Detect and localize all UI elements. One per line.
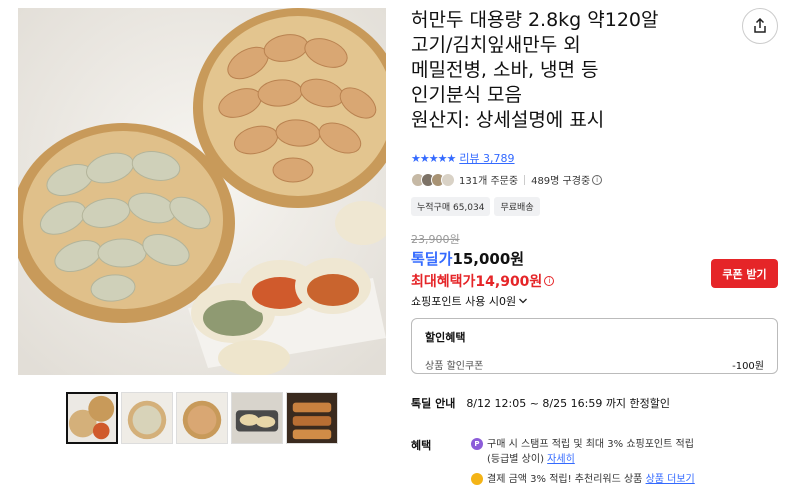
cumulative-purchase-badge: 누적구매 65,034	[411, 197, 491, 216]
thumbnail-5-image	[287, 393, 337, 443]
thumbnail-3[interactable]	[176, 392, 228, 444]
divider	[524, 174, 526, 185]
benefit-note: (등급별 상이)	[487, 454, 544, 465]
discount-title: 할인혜택	[425, 331, 466, 344]
reward-text: 결제 금액 3% 적립! 추천리워드 상품 상품 더보기	[487, 472, 695, 487]
free-shipping-badge: 무료배송	[494, 197, 540, 216]
chevron-down-icon	[519, 298, 528, 304]
rating-row: ★★★★★ 리뷰 3,789	[411, 150, 515, 166]
thumbnail-2-image	[122, 393, 172, 443]
benefit-subtext: (등급별 상이) 자세히	[487, 452, 694, 467]
reward-note: 결제 금액 3% 적립! 추천리워드 상품	[487, 474, 643, 485]
benefit-list: P 구매 시 스탬프 적립 및 최대 3% 쇼핑포인트 적립 (등급별 상이) …	[471, 437, 695, 487]
viewer-count: 489명 구경중	[531, 176, 591, 187]
avatar	[441, 172, 455, 187]
thumbnail-2[interactable]	[121, 392, 173, 444]
info-icon[interactable]: i	[592, 174, 603, 185]
benefit-item: 결제 금액 3% 적립! 추천리워드 상품 상품 더보기	[471, 472, 695, 487]
benefit-row: 혜택 P 구매 시 스탬프 적립 및 최대 3% 쇼핑포인트 적립 (등급별 상…	[411, 437, 695, 487]
more-products-link[interactable]: 상품 더보기	[646, 474, 695, 485]
share-button[interactable]	[742, 8, 778, 44]
point-badge-icon: P	[471, 438, 483, 450]
title-line: 메밀전병, 소바, 냉면 등	[411, 59, 599, 81]
thumbnail-1[interactable]	[66, 392, 118, 444]
benefit-label: 혜택	[411, 439, 432, 452]
original-price: 23,900원	[411, 233, 460, 246]
deal-period-label: 톡딜 안내	[411, 397, 456, 410]
order-count: 131개 주문중	[459, 176, 519, 187]
max-benefit-price: 최대혜택가14,900원 i	[411, 271, 555, 291]
star-rating-icon: ★★★★★	[411, 151, 456, 165]
badge-chips: 누적구매 65,034 무료배송	[411, 197, 540, 216]
share-icon	[754, 18, 766, 33]
coupon-button[interactable]: 쿠폰 받기	[711, 259, 778, 288]
product-main-image[interactable]	[18, 8, 386, 375]
deal-label: 톡딜가	[411, 250, 453, 268]
title-line: 고기/김치잎새만두 외	[411, 34, 581, 56]
thumbnail-strip	[66, 392, 338, 444]
thumbnail-4[interactable]	[231, 392, 283, 444]
deal-period-text: 8/12 12:05 ~ 8/25 16:59 까지 한정할인	[466, 397, 671, 410]
title-line: 인기분식 모음	[411, 84, 522, 106]
title-line: 허만두 대용량 2.8kg 약120알	[411, 9, 659, 31]
benefit-item: P 구매 시 스탬프 적립 및 최대 3% 쇼핑포인트 적립 (등급별 상이) …	[471, 437, 695, 467]
discount-line: 상품 할인쿠폰 -100원	[425, 357, 764, 372]
coupon-discount-label: 상품 할인쿠폰	[425, 361, 484, 372]
shopping-points-label: 쇼핑포인트 사용 시0원	[411, 295, 517, 308]
thumbnail-3-image	[177, 393, 227, 443]
thumbnail-1-image	[68, 394, 116, 442]
info-icon[interactable]: i	[544, 276, 555, 286]
deal-price-row: 톡딜가15,000원	[411, 248, 524, 269]
details-link[interactable]: 자세히	[547, 454, 575, 465]
title-line: 원산지: 상세설명에 표시	[411, 109, 605, 131]
coupon-discount-amount: -100원	[732, 361, 764, 372]
shopping-points-toggle[interactable]: 쇼핑포인트 사용 시0원	[411, 293, 528, 309]
buyer-avatars	[411, 172, 455, 187]
deal-period-row: 톡딜 안내 8/12 12:05 ~ 8/25 16:59 까지 한정할인	[411, 395, 670, 411]
buyers-row: 131개 주문중 489명 구경중 i	[411, 172, 603, 187]
discount-box: 할인혜택 상품 할인쿠폰 -100원	[411, 318, 778, 374]
reward-coin-icon	[471, 473, 483, 485]
max-benefit-label: 최대혜택가14,900원	[411, 274, 543, 290]
thumbnail-4-image	[232, 393, 282, 443]
deal-price: 15,000원	[452, 250, 525, 268]
product-title: 허만두 대용량 2.8kg 약120알 고기/김치잎새만두 외 메밀전병, 소바…	[411, 8, 783, 133]
review-count-link[interactable]: 리뷰 3,789	[459, 150, 514, 166]
thumbnail-5[interactable]	[286, 392, 338, 444]
dumpling-photo	[18, 8, 386, 375]
benefit-text: 구매 시 스탬프 적립 및 최대 3% 쇼핑포인트 적립	[487, 439, 694, 450]
